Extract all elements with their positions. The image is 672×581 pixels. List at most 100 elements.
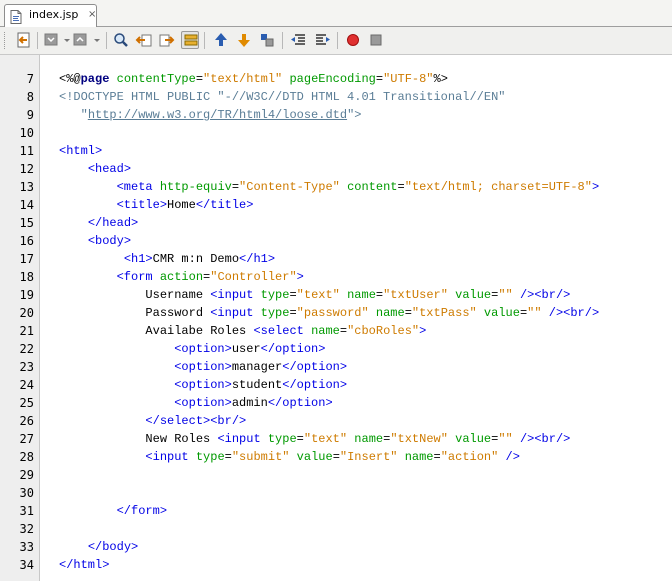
back-history-icon[interactable] (15, 31, 33, 49)
code-line[interactable]: 34 </html> (0, 556, 672, 574)
shift-left-icon[interactable] (290, 31, 308, 49)
editor-toolbar (0, 27, 672, 55)
code-line[interactable]: 21 Availabe Roles <select name="cboRoles… (0, 322, 672, 340)
line-number: 15 (19, 216, 34, 230)
code-line[interactable]: 8 <!DOCTYPE HTML PUBLIC "-//W3C//DTD HTML… (0, 88, 672, 106)
code-token: <input (210, 288, 254, 302)
line-number: 28 (19, 450, 34, 464)
toggle-bookmark-icon[interactable] (258, 31, 276, 49)
code-line[interactable]: 16 <body> (0, 232, 672, 250)
code-token: <input (145, 450, 189, 464)
code-lines: 7 <%@page contentType="text/html" pageEnc… (0, 70, 672, 574)
code-token: content (347, 180, 398, 194)
line-number: 27 (19, 432, 34, 446)
line-number: 10 (19, 126, 34, 140)
start-macro-icon[interactable] (344, 31, 362, 49)
code-line[interactable]: 26 </select><br/> (0, 412, 672, 430)
prev-bookmark-icon[interactable] (212, 31, 230, 49)
code-text: <option>user</option> (59, 340, 325, 358)
code-token: "cboRoles" (347, 324, 420, 338)
code-line[interactable]: 15 </head> (0, 214, 672, 232)
next-bookmark-icon[interactable] (235, 31, 253, 49)
prev-edit-icon[interactable] (42, 31, 60, 49)
code-token: > (296, 270, 304, 284)
code-line[interactable]: 9 "http://www.w3.org/TR/html4/loose.dtd"… (0, 106, 672, 124)
code-token: "Controller" (210, 270, 297, 284)
code-token: <html> (59, 144, 103, 158)
find-icon[interactable] (112, 31, 130, 49)
code-line[interactable]: 29 (0, 466, 672, 484)
code-line[interactable]: 14 <title>Home</title> (0, 196, 672, 214)
code-line[interactable]: 30 (0, 484, 672, 502)
code-line[interactable]: 28 <input type="submit" value="Insert" n… (0, 448, 672, 466)
code-line[interactable]: 22 <option>user</option> (0, 340, 672, 358)
find-next-icon[interactable] (158, 31, 176, 49)
line-number: 33 (19, 540, 34, 554)
code-token: <select (253, 324, 304, 338)
code-line[interactable]: 19 Username <input type="text" name="txt… (0, 286, 672, 304)
code-token: "password" (296, 306, 369, 320)
code-line[interactable]: 24 <option>student</option> (0, 376, 672, 394)
code-token: <body> (87, 234, 132, 248)
code-line[interactable]: 10 (0, 124, 672, 142)
code-line[interactable]: 13 <meta http-equiv="Content-Type" conte… (0, 178, 672, 196)
shift-right-icon[interactable] (313, 31, 331, 49)
code-token: Home (167, 198, 196, 212)
code-token: "txtUser" (383, 288, 448, 302)
code-token: "Content-Type" (239, 180, 340, 194)
code-text: <html> (59, 142, 102, 160)
code-line[interactable]: 27 New Roles <input type="text" name="tx… (0, 430, 672, 448)
line-number: 21 (19, 324, 34, 338)
code-token: contentType (116, 72, 196, 86)
code-line[interactable]: 25 <option>admin</option> (0, 394, 672, 412)
code-line[interactable]: 17 <h1>CMR m:n Demo</h1> (0, 250, 672, 268)
tab-index-jsp[interactable]: index.jsp × (4, 4, 97, 27)
code-token: = (296, 432, 304, 446)
code-token: type (195, 450, 225, 464)
code-text: <option>admin</option> (59, 394, 333, 412)
code-line[interactable]: 11 <html> (0, 142, 672, 160)
code-text: <form action="Controller"> (59, 268, 304, 286)
jsp-file-icon (10, 9, 22, 24)
code-line[interactable]: 32 (0, 520, 672, 538)
toolbar-grip (4, 32, 7, 49)
tab-close-icon[interactable]: × (88, 9, 96, 21)
next-edit-icon[interactable] (72, 31, 90, 49)
code-line[interactable]: 7 <%@page contentType="text/html" pageEnc… (0, 70, 672, 88)
line-number: 16 (19, 234, 34, 248)
code-line[interactable]: 33 </body> (0, 538, 672, 556)
code-token: Availabe Roles (59, 324, 254, 338)
line-number: 18 (19, 270, 34, 284)
code-token: "UTF-8" (383, 72, 434, 86)
line-number: 30 (19, 486, 34, 500)
code-editor[interactable]: 7 <%@page contentType="text/html" pageEnc… (0, 55, 672, 581)
code-line[interactable]: 23 <option>manager</option> (0, 358, 672, 376)
code-token: = (224, 450, 232, 464)
code-token: type (267, 432, 297, 446)
toggle-highlight-icon[interactable] (181, 31, 199, 49)
code-token: "txtNew" (390, 432, 448, 446)
code-line[interactable]: 12 <head> (0, 160, 672, 178)
line-number: 8 (26, 90, 34, 104)
code-token: name (311, 324, 340, 338)
code-text: </body> (59, 538, 138, 556)
code-line[interactable]: 18 <form action="Controller"> (0, 268, 672, 286)
code-token: "text" (303, 432, 348, 446)
stop-macro-icon[interactable] (367, 31, 385, 49)
code-token: action (159, 270, 204, 284)
line-number: 19 (19, 288, 34, 302)
code-line[interactable]: 20 Password <input type="password" name=… (0, 304, 672, 322)
find-previous-icon[interactable] (135, 31, 153, 49)
code-token: "action" (440, 450, 499, 464)
code-token: </option> (267, 396, 333, 410)
code-line[interactable]: 31 </form> (0, 502, 672, 520)
code-token: page (80, 72, 110, 86)
line-number: 29 (19, 468, 34, 482)
